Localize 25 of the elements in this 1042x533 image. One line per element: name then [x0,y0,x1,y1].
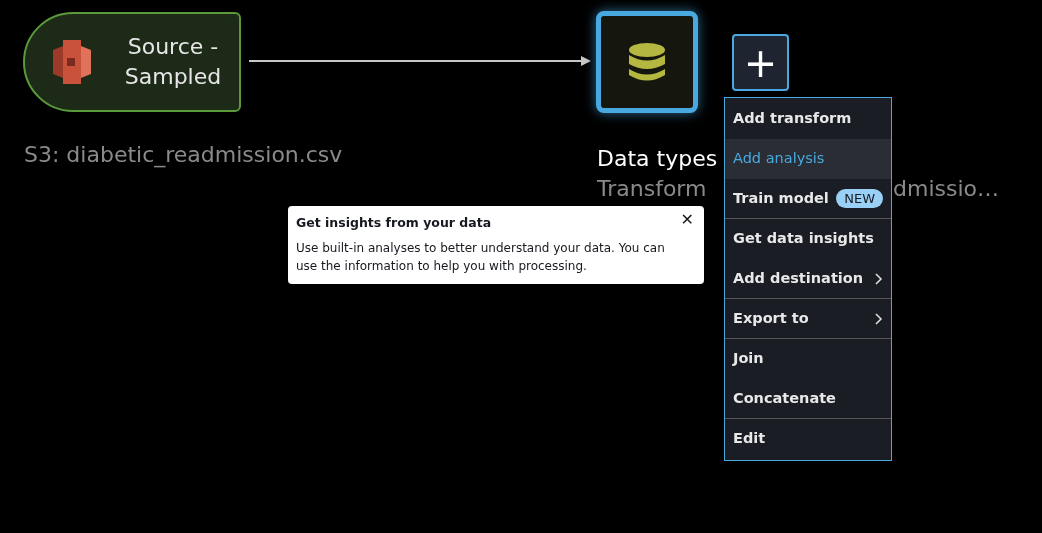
menu-item[interactable]: Join [725,339,891,379]
database-icon [628,42,666,82]
node-title: Source - Sampled [123,33,223,91]
menu-item[interactable]: Train model NEW [725,179,891,219]
menu-item[interactable]: Add analysis [725,139,891,179]
close-button[interactable]: ✕ [680,212,694,228]
node-subtitle: Transform [597,175,707,203]
chevron-right-icon [875,312,883,325]
source-node[interactable]: Source - Sampled [23,12,241,112]
node-subtitle: S3: diabetic_readmission.csv [24,141,343,170]
menu-item[interactable]: Get data insights [725,219,891,259]
add-button[interactable]: + [732,34,789,91]
bucket-icon [51,38,93,86]
menu-item[interactable]: Edit [725,419,891,459]
tooltip-text: Use built-in analyses to better understand your data. You can use the information to help you with processing. [296,239,666,275]
menu-item[interactable]: Add destination [725,259,891,299]
new-badge: NEW [836,188,883,209]
menu-item[interactable]: Concatenate [725,379,891,419]
chevron-right-icon [875,272,883,285]
node-title: Data types [597,145,718,173]
menu-item[interactable]: Export to [725,299,891,339]
transform-node[interactable] [596,11,698,113]
node-subtitle: dmissio… [893,175,999,203]
tooltip-title: Get insights from your data [296,214,493,232]
menu-item[interactable]: Add transform [725,99,891,139]
